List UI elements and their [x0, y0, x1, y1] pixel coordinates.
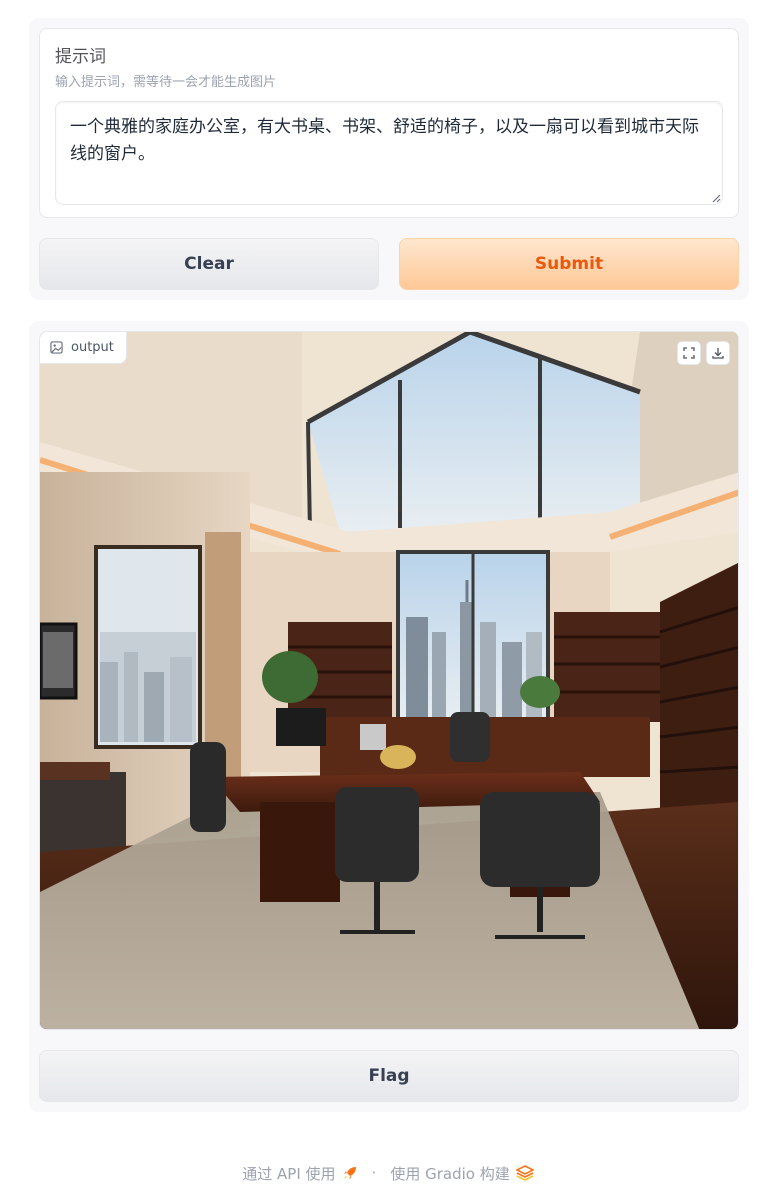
download-button[interactable]: [706, 341, 730, 365]
output-image-frame: output: [39, 331, 739, 1030]
prompt-block: 提示词 输入提示词，需等待一会才能生成图片 一个典雅的家庭办公室，有大书桌、书架…: [39, 28, 739, 218]
prompt-info: 输入提示词，需等待一会才能生成图片: [55, 75, 277, 90]
prompt-label: 提示词: [55, 47, 106, 67]
download-icon: [712, 348, 724, 359]
flag-button[interactable]: Flag: [39, 1050, 739, 1102]
resize-grip-icon[interactable]: [711, 193, 721, 203]
gradio-link[interactable]: 使用 Gradio 构建: [390, 1163, 509, 1184]
fullscreen-icon: [683, 347, 695, 359]
rocket-icon: [343, 1167, 356, 1179]
prompt-textarea[interactable]: 一个典雅的家庭办公室，有大书桌、书架、舒适的椅子，以及一扇可以看到城市天际线的窗…: [55, 101, 723, 205]
api-link[interactable]: 通过 API 使用: [242, 1163, 335, 1184]
submit-button[interactable]: Submit: [399, 238, 739, 290]
footer-separator: ·: [371, 1164, 377, 1182]
input-panel: 提示词 输入提示词，需等待一会才能生成图片 一个典雅的家庭办公室，有大书桌、书架…: [29, 18, 749, 300]
fullscreen-button[interactable]: [677, 341, 701, 365]
output-panel: output Flag: [29, 321, 749, 1112]
image-icon: [50, 341, 63, 354]
footer: 通过 API 使用 · 使用 Gradio 构建: [0, 1160, 776, 1186]
clear-button[interactable]: Clear: [39, 238, 379, 290]
output-label: output: [71, 340, 114, 355]
generated-image: [40, 332, 738, 1029]
output-label-badge: output: [40, 332, 127, 364]
gradio-logo-icon: [515, 1165, 534, 1181]
